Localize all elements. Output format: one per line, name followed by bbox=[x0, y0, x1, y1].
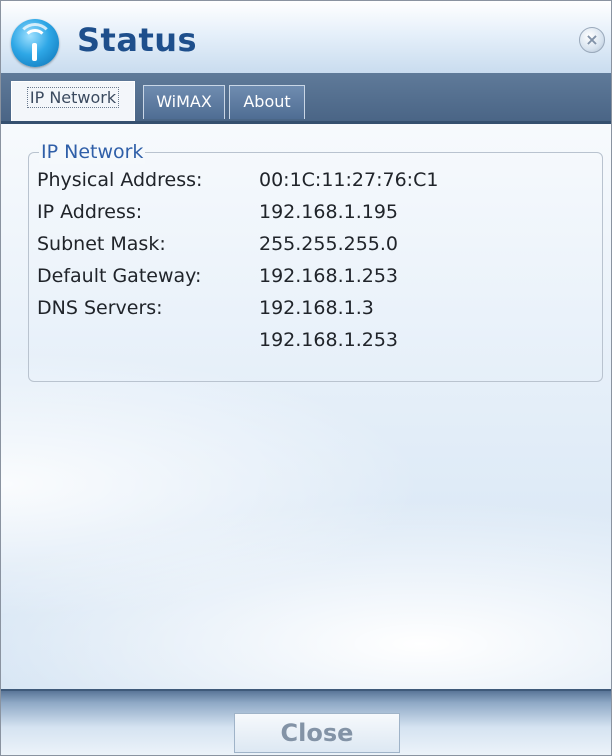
ip-address-value: 192.168.1.195 bbox=[259, 201, 399, 223]
row-label: Subnet Mask: bbox=[37, 233, 166, 255]
close-icon[interactable]: × bbox=[579, 27, 605, 53]
tab-ip-network[interactable]: IP Network bbox=[11, 81, 135, 121]
status-window: Status × IP Network WiMAX About IP Netwo… bbox=[0, 0, 612, 756]
window-title: Status bbox=[77, 21, 198, 59]
tab-about[interactable]: About bbox=[229, 85, 305, 119]
dns-server-value: 192.168.1.253 bbox=[259, 329, 399, 351]
subnet-mask-value: 255.255.255.0 bbox=[259, 233, 399, 255]
wireless-signal-icon bbox=[11, 19, 59, 67]
dns-server-value: 192.168.1.3 bbox=[259, 297, 374, 319]
ip-network-group: IP Network Physical Address: 00:1C:11:27… bbox=[28, 140, 603, 382]
group-title: IP Network bbox=[39, 140, 146, 164]
row-label: DNS Servers: bbox=[37, 297, 163, 319]
row-label: Physical Address: bbox=[37, 169, 203, 191]
tab-content: IP Network Physical Address: 00:1C:11:27… bbox=[1, 124, 611, 689]
bottom-bar: Close bbox=[1, 689, 611, 755]
row-label: Default Gateway: bbox=[37, 265, 202, 287]
row-label: IP Address: bbox=[37, 201, 143, 223]
title-bar: Status × bbox=[1, 1, 611, 73]
tab-wimax-label: WiMAX bbox=[156, 92, 212, 111]
tab-about-label: About bbox=[243, 92, 291, 111]
physical-address-value: 00:1C:11:27:76:C1 bbox=[259, 169, 439, 191]
tab-ip-network-label: IP Network bbox=[26, 87, 120, 108]
tab-strip: IP Network WiMAX About bbox=[1, 73, 611, 124]
default-gateway-value: 192.168.1.253 bbox=[259, 265, 399, 287]
tab-wimax[interactable]: WiMAX bbox=[143, 85, 225, 119]
close-button[interactable]: Close bbox=[234, 713, 400, 753]
